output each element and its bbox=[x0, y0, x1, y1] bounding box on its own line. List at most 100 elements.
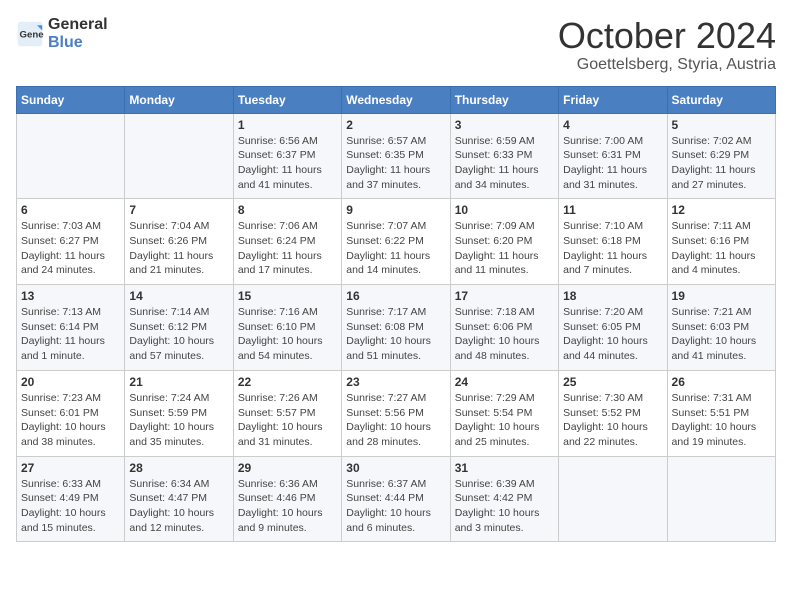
day-info: Sunrise: 7:00 AMSunset: 6:31 PMDaylight:… bbox=[563, 134, 662, 193]
day-number: 19 bbox=[672, 289, 771, 303]
logo-icon: General bbox=[16, 20, 44, 48]
day-info: Sunrise: 7:26 AMSunset: 5:57 PMDaylight:… bbox=[238, 391, 337, 450]
calendar-week-row: 20 Sunrise: 7:23 AMSunset: 6:01 PMDayligh… bbox=[17, 370, 776, 456]
calendar-cell: 4 Sunrise: 7:00 AMSunset: 6:31 PMDaylight… bbox=[559, 113, 667, 199]
day-info: Sunrise: 6:59 AMSunset: 6:33 PMDaylight:… bbox=[455, 134, 554, 193]
day-info: Sunrise: 6:33 AMSunset: 4:49 PMDaylight:… bbox=[21, 477, 120, 536]
day-number: 23 bbox=[346, 375, 445, 389]
calendar-cell: 28 Sunrise: 6:34 AMSunset: 4:47 PMDayligh… bbox=[125, 456, 233, 542]
day-number: 15 bbox=[238, 289, 337, 303]
calendar-cell: 20 Sunrise: 7:23 AMSunset: 6:01 PMDayligh… bbox=[17, 370, 125, 456]
calendar-cell: 24 Sunrise: 7:29 AMSunset: 5:54 PMDayligh… bbox=[450, 370, 558, 456]
day-info: Sunrise: 7:27 AMSunset: 5:56 PMDaylight:… bbox=[346, 391, 445, 450]
calendar-cell: 22 Sunrise: 7:26 AMSunset: 5:57 PMDayligh… bbox=[233, 370, 341, 456]
day-number: 26 bbox=[672, 375, 771, 389]
day-number: 21 bbox=[129, 375, 228, 389]
calendar-cell: 12 Sunrise: 7:11 AMSunset: 6:16 PMDayligh… bbox=[667, 199, 775, 285]
day-info: Sunrise: 7:24 AMSunset: 5:59 PMDaylight:… bbox=[129, 391, 228, 450]
day-number: 17 bbox=[455, 289, 554, 303]
day-info: Sunrise: 7:14 AMSunset: 6:12 PMDaylight:… bbox=[129, 305, 228, 364]
day-info: Sunrise: 6:56 AMSunset: 6:37 PMDaylight:… bbox=[238, 134, 337, 193]
calendar-week-row: 13 Sunrise: 7:13 AMSunset: 6:14 PMDayligh… bbox=[17, 285, 776, 371]
logo-blue: Blue bbox=[48, 34, 108, 52]
day-info: Sunrise: 7:11 AMSunset: 6:16 PMDaylight:… bbox=[672, 219, 771, 278]
calendar-cell: 8Sunrise: 7:06 AMSunset: 6:24 PMDaylight… bbox=[233, 199, 341, 285]
day-info: Sunrise: 7:13 AMSunset: 6:14 PMDaylight:… bbox=[21, 305, 120, 364]
day-info: Sunrise: 7:21 AMSunset: 6:03 PMDaylight:… bbox=[672, 305, 771, 364]
calendar-table: SundayMondayTuesdayWednesdayThursdayFrid… bbox=[16, 86, 776, 543]
weekday-header-friday: Friday bbox=[559, 86, 667, 113]
calendar-cell: 3 Sunrise: 6:59 AMSunset: 6:33 PMDaylight… bbox=[450, 113, 558, 199]
weekday-header-sunday: Sunday bbox=[17, 86, 125, 113]
day-info: Sunrise: 6:34 AMSunset: 4:47 PMDaylight:… bbox=[129, 477, 228, 536]
calendar-cell: 19 Sunrise: 7:21 AMSunset: 6:03 PMDayligh… bbox=[667, 285, 775, 371]
day-number: 24 bbox=[455, 375, 554, 389]
day-number: 27 bbox=[21, 461, 120, 475]
day-number: 3 bbox=[455, 118, 554, 132]
day-number: 2 bbox=[346, 118, 445, 132]
day-info: Sunrise: 7:16 AMSunset: 6:10 PMDaylight:… bbox=[238, 305, 337, 364]
month-title: October 2024 bbox=[558, 16, 776, 56]
title-block: October 2024 Goettelsberg, Styria, Austr… bbox=[558, 16, 776, 74]
calendar-cell bbox=[667, 456, 775, 542]
day-info: Sunrise: 7:03 AMSunset: 6:27 PMDaylight:… bbox=[21, 219, 120, 278]
calendar-cell: 7 Sunrise: 7:04 AMSunset: 6:26 PMDaylight… bbox=[125, 199, 233, 285]
calendar-cell: 1 Sunrise: 6:56 AMSunset: 6:37 PMDaylight… bbox=[233, 113, 341, 199]
calendar-cell: 10 Sunrise: 7:09 AMSunset: 6:20 PMDayligh… bbox=[450, 199, 558, 285]
day-number: 14 bbox=[129, 289, 228, 303]
weekday-header-thursday: Thursday bbox=[450, 86, 558, 113]
calendar-cell: 21 Sunrise: 7:24 AMSunset: 5:59 PMDayligh… bbox=[125, 370, 233, 456]
day-number: 13 bbox=[21, 289, 120, 303]
calendar-cell: 29Sunrise: 6:36 AMSunset: 4:46 PMDayligh… bbox=[233, 456, 341, 542]
day-info: Sunrise: 7:18 AMSunset: 6:06 PMDaylight:… bbox=[455, 305, 554, 364]
day-number: 29 bbox=[238, 461, 337, 475]
day-number: 25 bbox=[563, 375, 662, 389]
calendar-cell bbox=[17, 113, 125, 199]
calendar-cell: 13 Sunrise: 7:13 AMSunset: 6:14 PMDayligh… bbox=[17, 285, 125, 371]
calendar-cell: 15 Sunrise: 7:16 AMSunset: 6:10 PMDayligh… bbox=[233, 285, 341, 371]
weekday-header-row: SundayMondayTuesdayWednesdayThursdayFrid… bbox=[17, 86, 776, 113]
day-number: 10 bbox=[455, 203, 554, 217]
day-info: Sunrise: 7:06 AMSunset: 6:24 PMDaylight:… bbox=[238, 219, 337, 278]
weekday-header-tuesday: Tuesday bbox=[233, 86, 341, 113]
day-info: Sunrise: 7:31 AMSunset: 5:51 PMDaylight:… bbox=[672, 391, 771, 450]
day-number: 5 bbox=[672, 118, 771, 132]
weekday-header-monday: Monday bbox=[125, 86, 233, 113]
calendar-cell: 31 Sunrise: 6:39 AMSunset: 4:42 PMDayligh… bbox=[450, 456, 558, 542]
logo-general: General bbox=[48, 16, 108, 34]
day-number: 4 bbox=[563, 118, 662, 132]
day-number: 18 bbox=[563, 289, 662, 303]
weekday-header-wednesday: Wednesday bbox=[342, 86, 450, 113]
day-number: 9 bbox=[346, 203, 445, 217]
location-title: Goettelsberg, Styria, Austria bbox=[558, 56, 776, 74]
calendar-cell: 30Sunrise: 6:37 AMSunset: 4:44 PMDayligh… bbox=[342, 456, 450, 542]
day-number: 20 bbox=[21, 375, 120, 389]
calendar-cell bbox=[125, 113, 233, 199]
calendar-cell: 25 Sunrise: 7:30 AMSunset: 5:52 PMDayligh… bbox=[559, 370, 667, 456]
day-info: Sunrise: 7:02 AMSunset: 6:29 PMDaylight:… bbox=[672, 134, 771, 193]
day-info: Sunrise: 7:23 AMSunset: 6:01 PMDaylight:… bbox=[21, 391, 120, 450]
day-info: Sunrise: 7:30 AMSunset: 5:52 PMDaylight:… bbox=[563, 391, 662, 450]
weekday-header-saturday: Saturday bbox=[667, 86, 775, 113]
day-info: Sunrise: 6:39 AMSunset: 4:42 PMDaylight:… bbox=[455, 477, 554, 536]
day-number: 22 bbox=[238, 375, 337, 389]
day-number: 11 bbox=[563, 203, 662, 217]
calendar-cell bbox=[559, 456, 667, 542]
day-info: Sunrise: 7:07 AMSunset: 6:22 PMDaylight:… bbox=[346, 219, 445, 278]
day-info: Sunrise: 7:20 AMSunset: 6:05 PMDaylight:… bbox=[563, 305, 662, 364]
day-info: Sunrise: 7:04 AMSunset: 6:26 PMDaylight:… bbox=[129, 219, 228, 278]
calendar-week-row: 27 Sunrise: 6:33 AMSunset: 4:49 PMDayligh… bbox=[17, 456, 776, 542]
calendar-cell: 5 Sunrise: 7:02 AMSunset: 6:29 PMDaylight… bbox=[667, 113, 775, 199]
day-number: 12 bbox=[672, 203, 771, 217]
logo: General General Blue bbox=[16, 16, 108, 51]
day-number: 31 bbox=[455, 461, 554, 475]
day-number: 6 bbox=[21, 203, 120, 217]
calendar-cell: 14 Sunrise: 7:14 AMSunset: 6:12 PMDayligh… bbox=[125, 285, 233, 371]
calendar-cell: 27 Sunrise: 6:33 AMSunset: 4:49 PMDayligh… bbox=[17, 456, 125, 542]
day-number: 1 bbox=[238, 118, 337, 132]
day-number: 28 bbox=[129, 461, 228, 475]
day-info: Sunrise: 7:09 AMSunset: 6:20 PMDaylight:… bbox=[455, 219, 554, 278]
day-number: 7 bbox=[129, 203, 228, 217]
day-info: Sunrise: 7:29 AMSunset: 5:54 PMDaylight:… bbox=[455, 391, 554, 450]
day-number: 16 bbox=[346, 289, 445, 303]
